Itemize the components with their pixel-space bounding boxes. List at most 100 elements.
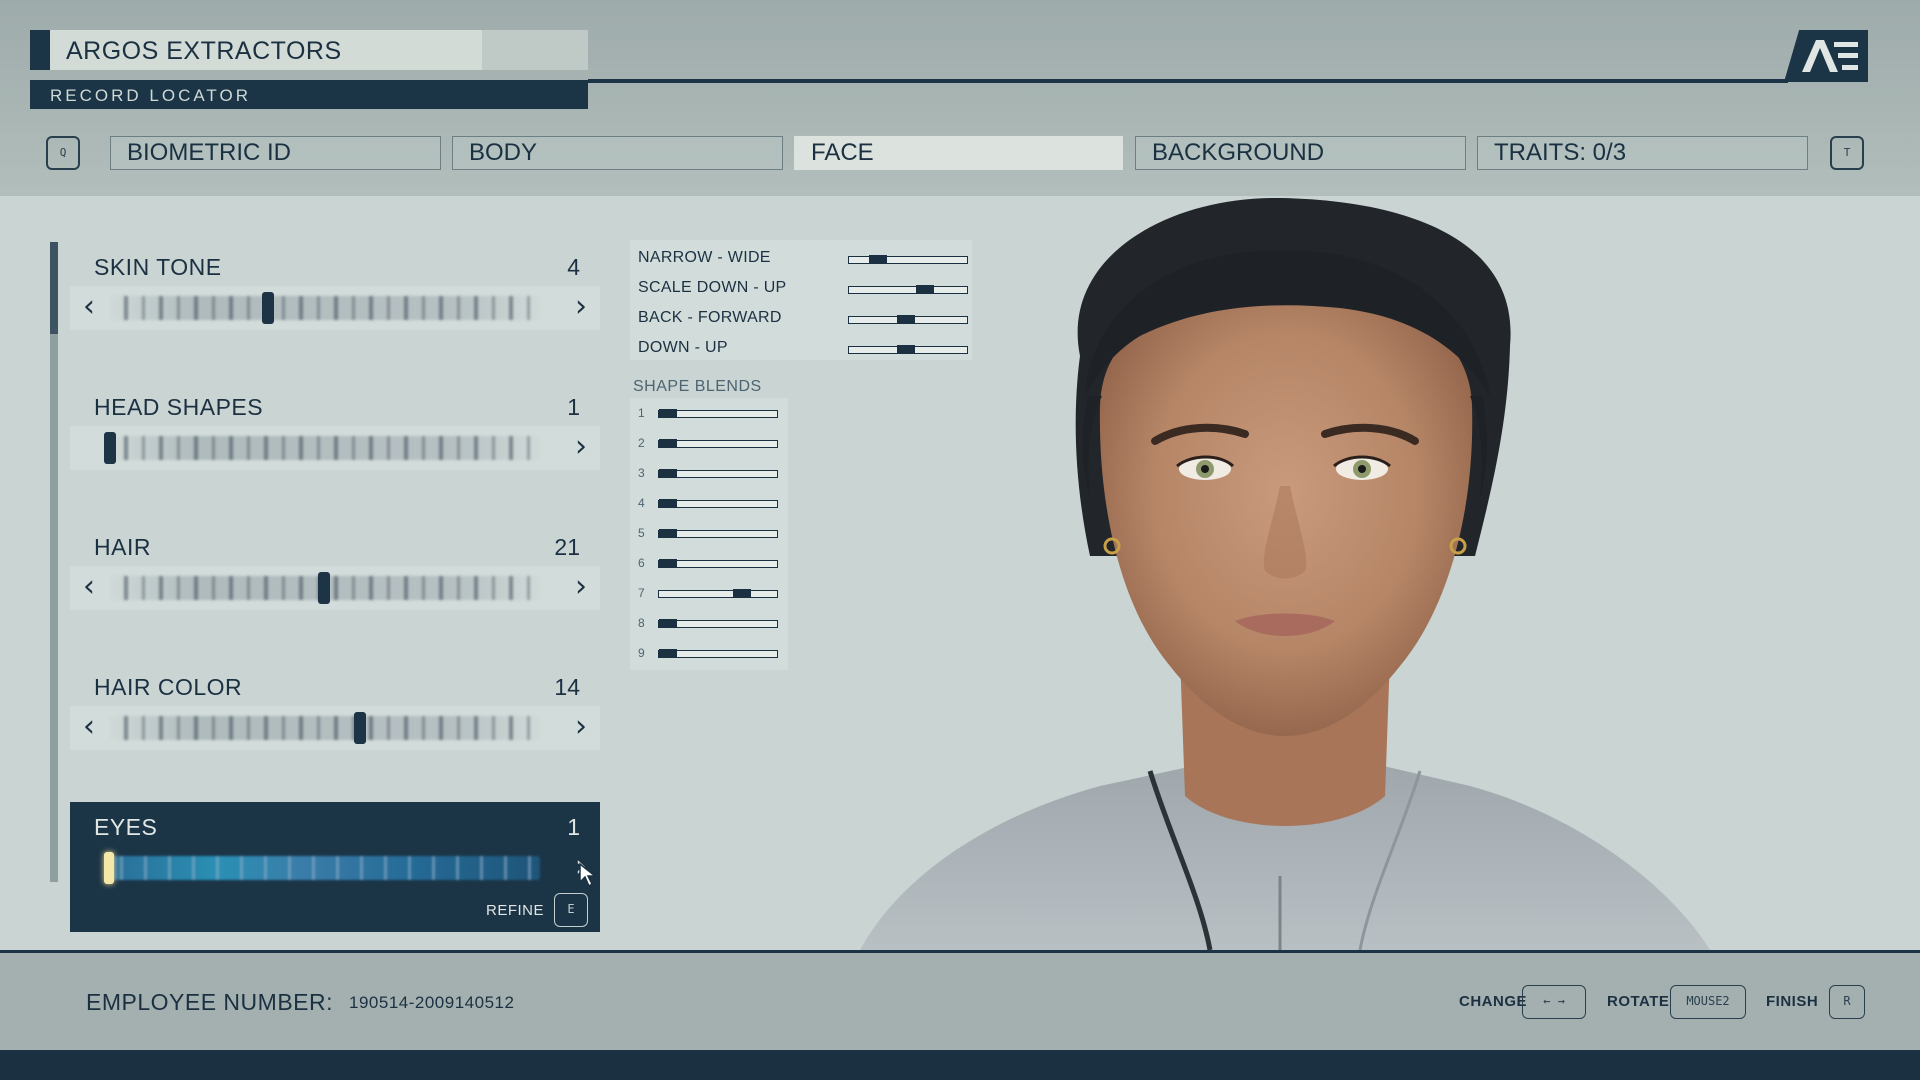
tab-biometric-id[interactable]: BIOMETRIC ID	[110, 136, 441, 170]
slider-track[interactable]	[658, 469, 778, 478]
rotate-key[interactable]: MOUSE2	[1670, 985, 1746, 1019]
slider-label: BACK - FORWARD	[638, 309, 782, 326]
shape-blend-slider[interactable]: 5	[636, 522, 786, 546]
tab-traits[interactable]: TRAITS: 0/3	[1477, 136, 1808, 170]
slider-knob[interactable]	[659, 649, 677, 657]
shape-blend-slider[interactable]: 2	[636, 432, 786, 456]
feature-skin-tone[interactable]: SKIN TONE 4 ‹ ›	[70, 242, 600, 334]
head-shapes-swatch-strip[interactable]	[110, 436, 540, 460]
feature-value: 1	[567, 394, 580, 420]
blend-number: 9	[638, 646, 645, 660]
feature-name: HEAD SHAPES	[94, 394, 264, 420]
constellation-logo-icon	[1784, 30, 1868, 82]
rotate-hint-label: ROTATE	[1607, 993, 1670, 1010]
blend-number: 3	[638, 466, 645, 480]
tab-body[interactable]: BODY	[452, 136, 783, 170]
slider-track[interactable]	[658, 619, 778, 628]
chevron-left-icon[interactable]: ‹	[74, 712, 104, 744]
hair-knob[interactable]	[318, 572, 330, 604]
chevron-right-icon[interactable]: ›	[566, 572, 596, 604]
chevron-right-icon[interactable]: ›	[566, 712, 596, 744]
feature-value: 14	[554, 674, 580, 700]
head-shapes-knob[interactable]	[104, 432, 116, 464]
refine-key[interactable]: E	[554, 893, 588, 927]
slider-track[interactable]	[658, 499, 778, 508]
slider-label: SCALE DOWN - UP	[638, 279, 787, 296]
record-locator-bar: RECORD LOCATOR	[30, 80, 588, 109]
change-hint-label: CHANGE	[1459, 993, 1528, 1010]
blend-number: 8	[638, 616, 645, 630]
tab-face[interactable]: FACE	[794, 136, 1123, 170]
character-portrait[interactable]	[840, 196, 1920, 950]
feature-list-scroll-thumb[interactable]	[50, 242, 58, 334]
eyes-swatch-strip[interactable]	[110, 856, 540, 880]
shape-blend-slider[interactable]: 1	[636, 402, 786, 426]
slider-knob[interactable]	[659, 619, 677, 627]
skin-tone-knob[interactable]	[262, 292, 274, 324]
slider-knob[interactable]	[733, 589, 752, 597]
slider-track[interactable]	[658, 559, 778, 568]
feature-head-shapes[interactable]: HEAD SHAPES 1 ›	[70, 382, 600, 474]
slider-knob[interactable]	[659, 409, 677, 417]
change-key[interactable]: ← →	[1522, 985, 1586, 1019]
head-shapes-selector[interactable]: ›	[70, 426, 600, 470]
tab-background[interactable]: BACKGROUND	[1135, 136, 1466, 170]
feature-hair-color[interactable]: HAIR COLOR 14 ‹ ›	[70, 662, 600, 754]
slider-track[interactable]	[658, 529, 778, 538]
chevron-left-icon[interactable]: ‹	[74, 292, 104, 324]
chevron-right-icon[interactable]: ›	[566, 432, 596, 464]
blend-number: 7	[638, 586, 645, 600]
eyes-selector[interactable]: ›	[70, 846, 600, 890]
shape-blend-slider[interactable]: 3	[636, 462, 786, 486]
slider-track[interactable]	[658, 409, 778, 418]
slider-track[interactable]	[658, 649, 778, 658]
next-tab-key[interactable]: T	[1830, 136, 1864, 170]
company-header: ARGOS EXTRACTORS	[30, 30, 588, 70]
eyes-knob[interactable]	[104, 852, 114, 884]
finish-key[interactable]: R	[1829, 985, 1865, 1019]
finish-hint-label: FINISH	[1766, 993, 1819, 1010]
employee-number-label: EMPLOYEE NUMBER:	[86, 989, 333, 1015]
shape-blends-panel: 1 2 3 4 5 6 7 8 9	[630, 398, 788, 670]
feature-name: HAIR	[94, 534, 151, 560]
footer-strip	[0, 1050, 1920, 1080]
slider-track[interactable]	[658, 589, 778, 598]
skin-tone-selector[interactable]: ‹ ›	[70, 286, 600, 330]
slider-knob[interactable]	[659, 559, 677, 567]
blend-number: 4	[638, 496, 645, 510]
record-locator-label: RECORD LOCATOR	[50, 86, 252, 105]
mouse-cursor-icon	[579, 862, 598, 888]
blend-number: 5	[638, 526, 645, 540]
employee-number-value: 190514-2009140512	[349, 993, 515, 1012]
shape-blend-slider[interactable]: 8	[636, 612, 786, 636]
blend-number: 6	[638, 556, 645, 570]
shape-blend-slider[interactable]: 7	[636, 582, 786, 606]
top-bar: ARGOS EXTRACTORS RECORD LOCATOR Q BIOMET…	[0, 0, 1920, 196]
shape-blend-slider[interactable]: 6	[636, 552, 786, 576]
shape-blends-title: SHAPE BLENDS	[633, 378, 762, 395]
chevron-left-icon[interactable]: ‹	[74, 572, 104, 604]
feature-name: HAIR COLOR	[94, 674, 243, 700]
slider-knob[interactable]	[659, 529, 677, 537]
hair-color-knob[interactable]	[354, 712, 366, 744]
slider-knob[interactable]	[659, 499, 677, 507]
feature-name: SKIN TONE	[94, 254, 222, 280]
shape-blend-slider[interactable]: 9	[636, 642, 786, 666]
slider-knob[interactable]	[659, 469, 677, 477]
prev-tab-key[interactable]: Q	[46, 136, 80, 170]
feature-list-scrollbar[interactable]	[50, 242, 58, 882]
slider-knob[interactable]	[659, 439, 677, 447]
hair-color-selector[interactable]: ‹ ›	[70, 706, 600, 750]
skin-tone-swatch-strip[interactable]	[110, 296, 540, 320]
slider-track[interactable]	[658, 439, 778, 448]
chevron-right-icon[interactable]: ›	[566, 292, 596, 324]
hair-color-swatch-strip[interactable]	[110, 716, 540, 740]
blend-number: 1	[638, 406, 645, 420]
shape-blend-slider[interactable]: 4	[636, 492, 786, 516]
hair-selector[interactable]: ‹ ›	[70, 566, 600, 610]
slider-label: NARROW - WIDE	[638, 249, 771, 266]
feature-hair[interactable]: HAIR 21 ‹ ›	[70, 522, 600, 614]
header-divider	[588, 79, 1788, 83]
feature-eyes[interactable]: EYES 1 › REFINE E	[70, 802, 600, 932]
feature-value: 4	[567, 254, 580, 280]
